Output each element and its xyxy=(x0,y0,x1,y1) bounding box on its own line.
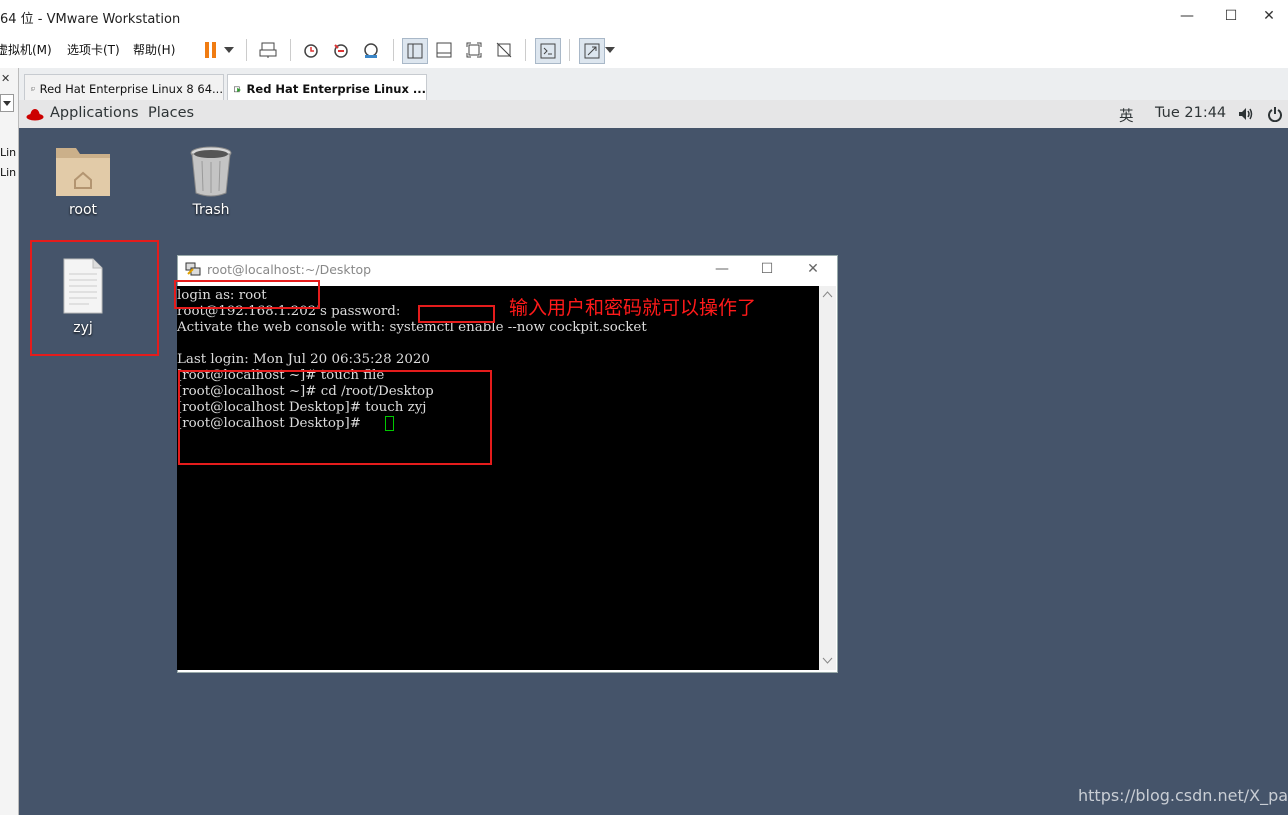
tab-label: Red Hat Enterprise Linux 8 64... xyxy=(39,81,223,96)
trash-icon[interactable] xyxy=(189,145,233,200)
terminal-title: root@localhost:~/Desktop xyxy=(207,262,372,277)
vm-icon xyxy=(31,86,35,91)
putty-icon xyxy=(185,261,201,280)
terminal-minimize-button[interactable]: — xyxy=(707,258,737,280)
highlight-box-commands xyxy=(178,370,492,465)
minimize-button[interactable]: — xyxy=(1164,0,1210,32)
vm-running-icon xyxy=(234,86,241,93)
pause-dropdown-icon[interactable] xyxy=(221,38,237,62)
tab-label: Red Hat Enterprise Linux ... xyxy=(246,82,426,96)
show-library-icon[interactable] xyxy=(402,38,428,64)
toolbar-separator xyxy=(290,39,291,61)
home-folder-icon[interactable] xyxy=(54,142,112,201)
annotation-text: 输入用户和密码就可以操作了 xyxy=(509,297,757,319)
terminal-maximize-button[interactable]: ☐ xyxy=(752,258,782,280)
terminal-close-button[interactable]: ✕ xyxy=(798,258,828,280)
watermark: https://blog.csdn.net/X_pang xyxy=(1078,786,1288,805)
terminal-line: Activate the web console with: systemctl… xyxy=(177,320,647,335)
menu-vm[interactable]: 虚拟机(M) xyxy=(0,41,52,58)
window-title: 64 位 - VMware Workstation xyxy=(0,12,181,27)
terminal-scrollbar[interactable] xyxy=(819,286,836,670)
vmware-toolbar: 虚拟机(M) 选项卡(T) 帮助(H) xyxy=(0,32,1288,69)
desktop-icon-label[interactable]: Trash xyxy=(166,202,256,218)
snapshot-icon[interactable] xyxy=(299,38,323,62)
snapshot-manager-icon[interactable] xyxy=(359,38,383,62)
toolbar-separator xyxy=(525,39,526,61)
terminal-output[interactable] xyxy=(177,286,819,670)
stretch-dropdown-icon[interactable] xyxy=(602,38,618,62)
menu-help[interactable]: 帮助(H) xyxy=(133,41,175,58)
highlight-box-password xyxy=(418,305,495,323)
terminal-line: Last login: Mon Jul 20 06:35:28 2020 xyxy=(177,352,430,367)
volume-icon[interactable] xyxy=(1238,107,1254,124)
pause-icon[interactable] xyxy=(199,38,223,62)
library-item[interactable]: Lin xyxy=(0,146,16,159)
power-icon[interactable] xyxy=(1268,106,1282,125)
toolbar-separator xyxy=(393,39,394,61)
full-screen-icon[interactable] xyxy=(462,38,486,62)
applications-menu[interactable]: Applications xyxy=(50,105,139,121)
close-button[interactable]: ✕ xyxy=(1246,0,1288,32)
library-panel xyxy=(0,68,19,815)
thumbnail-bar-icon[interactable] xyxy=(432,38,456,62)
input-method-indicator[interactable]: 英 xyxy=(1119,105,1134,126)
menu-tabs[interactable]: 选项卡(T) xyxy=(67,41,120,58)
send-ctrl-alt-del-icon[interactable] xyxy=(256,38,280,62)
highlight-box-file xyxy=(30,240,159,356)
tab-rhel-active[interactable]: Red Hat Enterprise Linux ... xyxy=(227,74,427,103)
console-view-icon[interactable] xyxy=(535,38,561,64)
desktop-icon-label[interactable]: root xyxy=(38,202,128,218)
toolbar-separator xyxy=(569,39,570,61)
unity-mode-icon[interactable] xyxy=(492,38,516,62)
library-search-dropdown[interactable] xyxy=(0,94,14,112)
gnome-top-bar xyxy=(19,100,1288,129)
revert-snapshot-icon[interactable] xyxy=(329,38,353,62)
highlight-box-login xyxy=(174,280,320,309)
clock[interactable]: Tue 21:44 xyxy=(1155,105,1226,121)
library-item[interactable]: Lin xyxy=(0,166,16,179)
tab-rhel8-64[interactable]: Red Hat Enterprise Linux 8 64... xyxy=(24,74,224,102)
vmware-title-bar: 64 位 - VMware Workstation — ☐ ✕ xyxy=(0,0,1288,32)
library-close-icon[interactable]: ✕ xyxy=(1,72,10,85)
redhat-logo-icon xyxy=(26,107,44,124)
toolbar-separator xyxy=(246,39,247,61)
places-menu[interactable]: Places xyxy=(148,105,194,121)
